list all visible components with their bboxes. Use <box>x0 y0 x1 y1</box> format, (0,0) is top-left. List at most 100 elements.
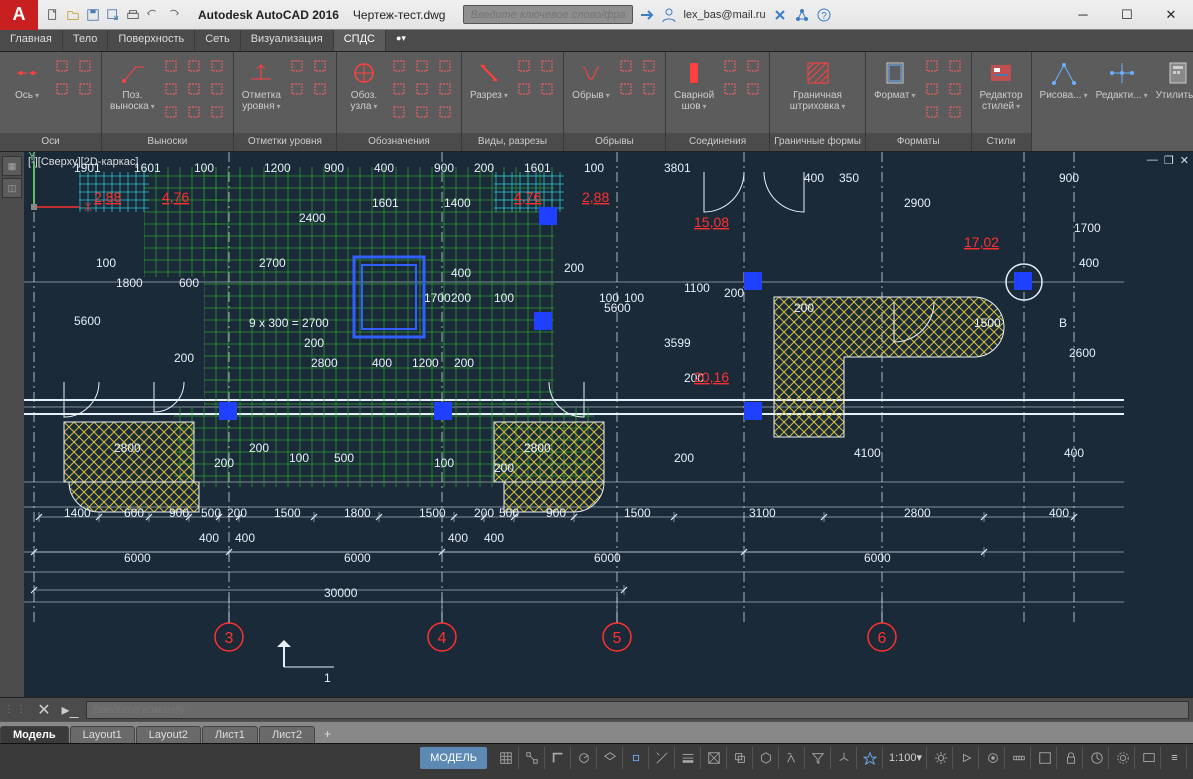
layout-tab-Layout2[interactable]: Layout2 <box>136 726 201 743</box>
status-snap-icon[interactable] <box>521 747 545 769</box>
model-viewport[interactable]: [-][Сверху][2D-каркас] — ❐ ✕ 34561190116… <box>24 152 1193 697</box>
status-units-icon[interactable] <box>1007 747 1031 769</box>
panel-label-Форматы[interactable]: Форматы <box>866 133 971 151</box>
ribbon-small-4-1[interactable] <box>537 56 557 76</box>
ribbon-рисова---[interactable]: Рисова... <box>1038 56 1090 103</box>
redo-icon[interactable] <box>164 6 182 24</box>
panel-label-Отметки уровня[interactable]: Отметки уровня <box>234 133 336 151</box>
ribbon-разрез[interactable]: Разрез <box>468 56 510 103</box>
ribbon-граничная-штриховка[interactable]: Граничная штриховка <box>776 56 859 114</box>
status-cleanscreen-icon[interactable] <box>1137 747 1161 769</box>
ribbon-small-5-2[interactable] <box>616 79 636 99</box>
ribbon-small-3-5[interactable] <box>435 79 455 99</box>
ribbon-small-6-0[interactable] <box>720 56 740 76</box>
ribbon-small-2-2[interactable] <box>287 79 307 99</box>
close-button[interactable]: ✕ <box>1149 0 1193 30</box>
ribbon-формат[interactable]: Формат <box>872 56 918 103</box>
ribbon-small-6-3[interactable] <box>743 79 763 99</box>
new-icon[interactable] <box>44 6 62 24</box>
status-osnap-icon[interactable] <box>625 747 649 769</box>
ribbon-small-5-0[interactable] <box>616 56 636 76</box>
ribbon-ось[interactable]: Ось <box>6 56 48 103</box>
status-custom-icon[interactable]: ≡ <box>1163 747 1187 769</box>
user-name[interactable]: lex_bas@mail.ru <box>683 9 765 21</box>
ribbon-small-0-3[interactable] <box>75 79 95 99</box>
customize-icon[interactable]: ✕ <box>34 700 54 720</box>
status-annoscale-icon[interactable] <box>859 747 883 769</box>
side-btn-2[interactable]: ◫ <box>2 178 22 198</box>
ribbon-small-0-0[interactable] <box>52 56 72 76</box>
ribbon-small-2-3[interactable] <box>310 79 330 99</box>
maximize-button[interactable]: ☐ <box>1105 0 1149 30</box>
user-icon[interactable] <box>661 7 677 23</box>
tab-extra-icon[interactable]: ●▾ <box>386 30 416 51</box>
status-autosnap-icon[interactable] <box>651 747 675 769</box>
panel-label-Выноски[interactable]: Выноски <box>102 133 233 151</box>
panel-label-Виды, разрезы[interactable]: Виды, разрезы <box>462 133 563 151</box>
open-icon[interactable] <box>64 6 82 24</box>
ribbon-small-1-0[interactable] <box>161 56 181 76</box>
panel-label-Стили[interactable]: Стили <box>972 133 1031 151</box>
ribbon-редакти---[interactable]: Редакти... <box>1094 56 1150 103</box>
ribbon-small-5-3[interactable] <box>639 79 659 99</box>
status-polar-icon[interactable] <box>573 747 597 769</box>
panel-label-Соединения[interactable]: Соединения <box>666 133 769 151</box>
panel-label-Граничные формы[interactable]: Граничные формы <box>770 133 865 151</box>
status-hwacc-icon[interactable] <box>1085 747 1109 769</box>
ribbon-small-3-7[interactable] <box>412 102 432 122</box>
ribbon-утилиты[interactable]: Утилиты <box>1154 56 1193 103</box>
plot-icon[interactable] <box>124 6 142 24</box>
ribbon-small-8-4[interactable] <box>922 102 942 122</box>
help-icon[interactable]: ? <box>816 7 832 23</box>
a360-icon[interactable] <box>794 7 810 23</box>
ribbon-small-3-3[interactable] <box>389 79 409 99</box>
status-transparency-icon[interactable] <box>703 747 727 769</box>
status-cycling-icon[interactable] <box>729 747 753 769</box>
status-annomon-icon[interactable] <box>955 747 979 769</box>
ribbon-small-8-3[interactable] <box>945 79 965 99</box>
panel-label-Оси[interactable]: Оси <box>0 133 101 151</box>
side-btn-1[interactable]: ▦ <box>2 156 22 176</box>
status-gear-icon[interactable] <box>929 747 953 769</box>
status-filter-icon[interactable] <box>807 747 831 769</box>
ribbon-small-1-4[interactable] <box>184 79 204 99</box>
ribbon-small-6-1[interactable] <box>743 56 763 76</box>
ribbon-small-8-1[interactable] <box>945 56 965 76</box>
ribbon-small-3-2[interactable] <box>435 56 455 76</box>
ribbon-поз--выноска[interactable]: Поз. выноска <box>108 56 157 114</box>
status-dynucs-icon[interactable] <box>781 747 805 769</box>
panel-label-Обрывы[interactable]: Обрывы <box>564 133 665 151</box>
search-go-icon[interactable] <box>639 7 655 23</box>
minimize-button[interactable]: ─ <box>1061 0 1105 30</box>
status-lineweight-icon[interactable] <box>677 747 701 769</box>
save-icon[interactable] <box>84 6 102 24</box>
recent-commands-icon[interactable]: ▸_ <box>60 700 80 720</box>
tab-home[interactable]: Главная <box>0 30 63 51</box>
ribbon-small-0-1[interactable] <box>75 56 95 76</box>
ribbon-small-1-8[interactable] <box>207 102 227 122</box>
layout-tab-Лист2[interactable]: Лист2 <box>259 726 315 743</box>
layout-tab-Лист1[interactable]: Лист1 <box>202 726 258 743</box>
undo-icon[interactable] <box>144 6 162 24</box>
ribbon-small-1-2[interactable] <box>207 56 227 76</box>
ribbon-small-3-4[interactable] <box>412 79 432 99</box>
app-logo[interactable]: A <box>0 0 38 30</box>
layout-tab-Layout1[interactable]: Layout1 <box>70 726 135 743</box>
status-scale[interactable]: 1:100 ▾ <box>885 747 927 769</box>
cmdbar-handle[interactable]: ⋮⋮ <box>4 704 28 715</box>
status-workspace-icon[interactable] <box>981 747 1005 769</box>
ribbon-small-5-1[interactable] <box>639 56 659 76</box>
ribbon-small-6-2[interactable] <box>720 79 740 99</box>
ribbon-сварной-шов[interactable]: Сварной шов <box>672 56 716 114</box>
tab-mesh[interactable]: Сеть <box>195 30 240 51</box>
ribbon-small-1-3[interactable] <box>161 79 181 99</box>
command-input[interactable] <box>86 701 1189 719</box>
status-3dosnap-icon[interactable] <box>755 747 779 769</box>
ribbon-small-2-1[interactable] <box>310 56 330 76</box>
ribbon-small-4-3[interactable] <box>537 79 557 99</box>
status-ortho-icon[interactable] <box>547 747 571 769</box>
status-model-button[interactable]: МОДЕЛЬ <box>420 747 487 769</box>
ribbon-редактор-стилей[interactable]: Редактор стилей <box>978 56 1025 114</box>
ribbon-small-3-1[interactable] <box>412 56 432 76</box>
status-quickprops-icon[interactable] <box>1033 747 1057 769</box>
